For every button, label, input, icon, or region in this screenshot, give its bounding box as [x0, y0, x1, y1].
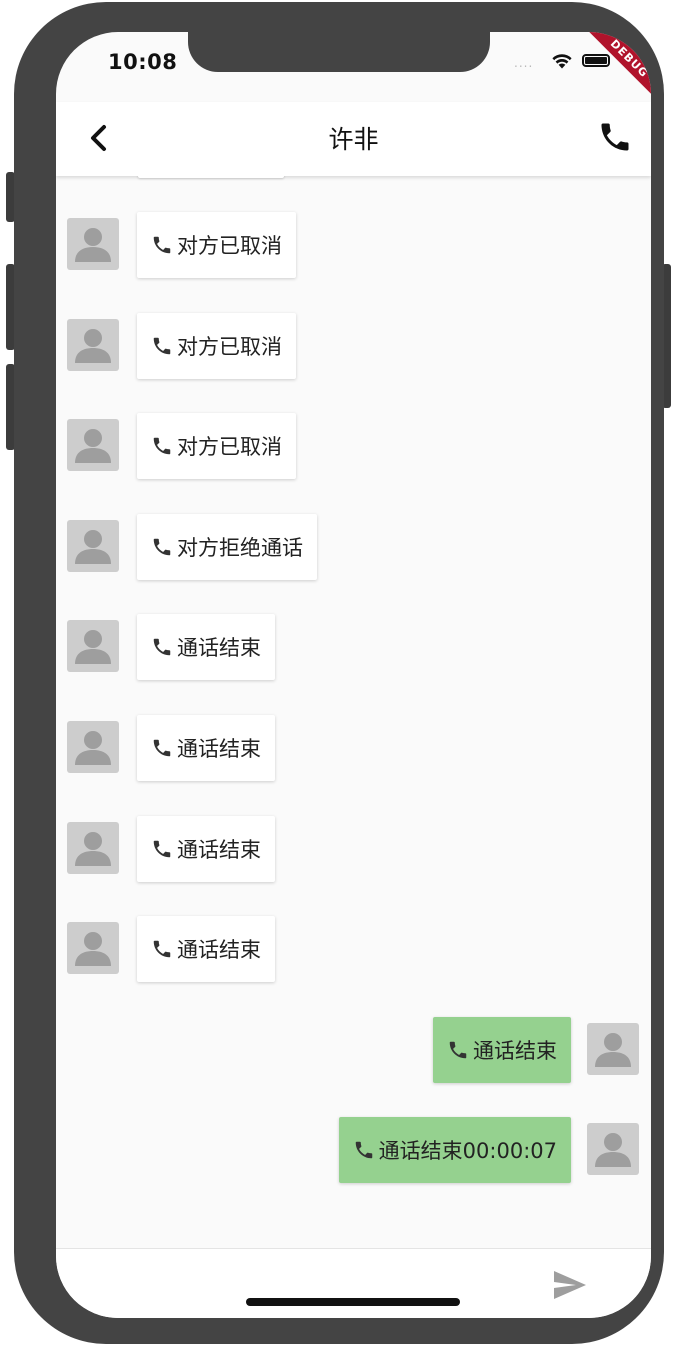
message-text: 通话结束 [177, 737, 261, 761]
phone-icon [449, 1041, 467, 1059]
message-bubble[interactable]: 对方已取消 [137, 313, 296, 379]
app-bar: 许非 [56, 102, 651, 176]
phone-icon [153, 337, 171, 355]
signal-dots: .... [514, 56, 534, 70]
avatar[interactable] [587, 1023, 639, 1075]
message-bubble[interactable]: 通话结束 [137, 614, 275, 680]
phone-icon [601, 123, 629, 151]
message-text: 通话结束00:00:07 [378, 1139, 557, 1163]
avatar[interactable] [67, 319, 119, 371]
home-indicator[interactable] [246, 1298, 460, 1306]
message-row: 对方已取消 [56, 413, 651, 483]
message-bubble[interactable]: 通话结束 [433, 1017, 571, 1083]
avatar[interactable] [67, 922, 119, 974]
phone-icon [153, 739, 171, 757]
chat-message-list[interactable]: 对方已取消 对方已取消 对方已取消 对方拒绝通话 通话结束 通话结束 通话结束 通话结束 通话结… [56, 176, 651, 1248]
avatar[interactable] [67, 419, 119, 471]
message-row: 对方拒绝通话 [56, 514, 651, 584]
message-text: 对方已取消 [177, 335, 282, 359]
phone-icon [153, 437, 171, 455]
phone-frame: 10:08 .... DEBUG 许非 对方已取消 对方已取消 对方已取消 对方拒绝通… [14, 2, 664, 1344]
message-text: 对方拒绝通话 [177, 536, 303, 560]
avatar[interactable] [67, 822, 119, 874]
battery-icon [582, 54, 610, 67]
message-row: 通话结束 [56, 816, 651, 886]
phone-icon [153, 538, 171, 556]
message-text: 通话结束 [177, 938, 261, 962]
message-bubble-partial [138, 176, 284, 178]
message-input-bar [56, 1248, 651, 1318]
voice-call-button[interactable] [597, 118, 633, 156]
status-time: 10:08 [108, 50, 178, 74]
camera-notch [188, 30, 490, 72]
message-text: 对方已取消 [177, 435, 282, 459]
message-text: 通话结束 [177, 838, 261, 862]
message-row: 对方已取消 [56, 313, 651, 383]
phone-icon [153, 236, 171, 254]
message-row: 通话结束 [56, 1017, 651, 1087]
send-button[interactable] [552, 1269, 588, 1301]
phone-icon [355, 1141, 372, 1159]
avatar[interactable] [67, 218, 119, 270]
message-text: 通话结束 [177, 636, 261, 660]
message-row: 通话结束 [56, 715, 651, 785]
avatar[interactable] [67, 620, 119, 672]
message-text: 通话结束 [473, 1039, 557, 1063]
message-row: 通话结束 [56, 614, 651, 684]
page-title: 许非 [328, 125, 379, 154]
message-row: 对方已取消 [56, 212, 651, 282]
phone-icon [153, 940, 171, 958]
message-row: 通话结束 [56, 916, 651, 986]
phone-screen: 10:08 .... DEBUG 许非 对方已取消 对方已取消 对方已取消 对方拒绝通… [56, 32, 651, 1318]
message-bubble[interactable]: 对方拒绝通话 [137, 514, 317, 580]
message-bubble[interactable]: 通话结束 [137, 916, 275, 982]
message-bubble[interactable]: 通话结束00:00:07 [338, 1117, 571, 1183]
avatar[interactable] [67, 721, 119, 773]
message-text: 对方已取消 [177, 234, 282, 258]
message-bubble[interactable]: 通话结束 [137, 816, 275, 882]
message-row: 通话结束00:00:07 [56, 1117, 651, 1187]
phone-icon [153, 840, 171, 858]
message-bubble[interactable]: 对方已取消 [137, 212, 296, 278]
avatar[interactable] [587, 1123, 639, 1175]
message-bubble[interactable]: 对方已取消 [137, 413, 296, 479]
phone-icon [153, 638, 171, 656]
wifi-icon [552, 54, 572, 69]
message-bubble[interactable]: 通话结束 [137, 715, 275, 781]
avatar[interactable] [67, 520, 119, 572]
send-icon [554, 1271, 586, 1299]
